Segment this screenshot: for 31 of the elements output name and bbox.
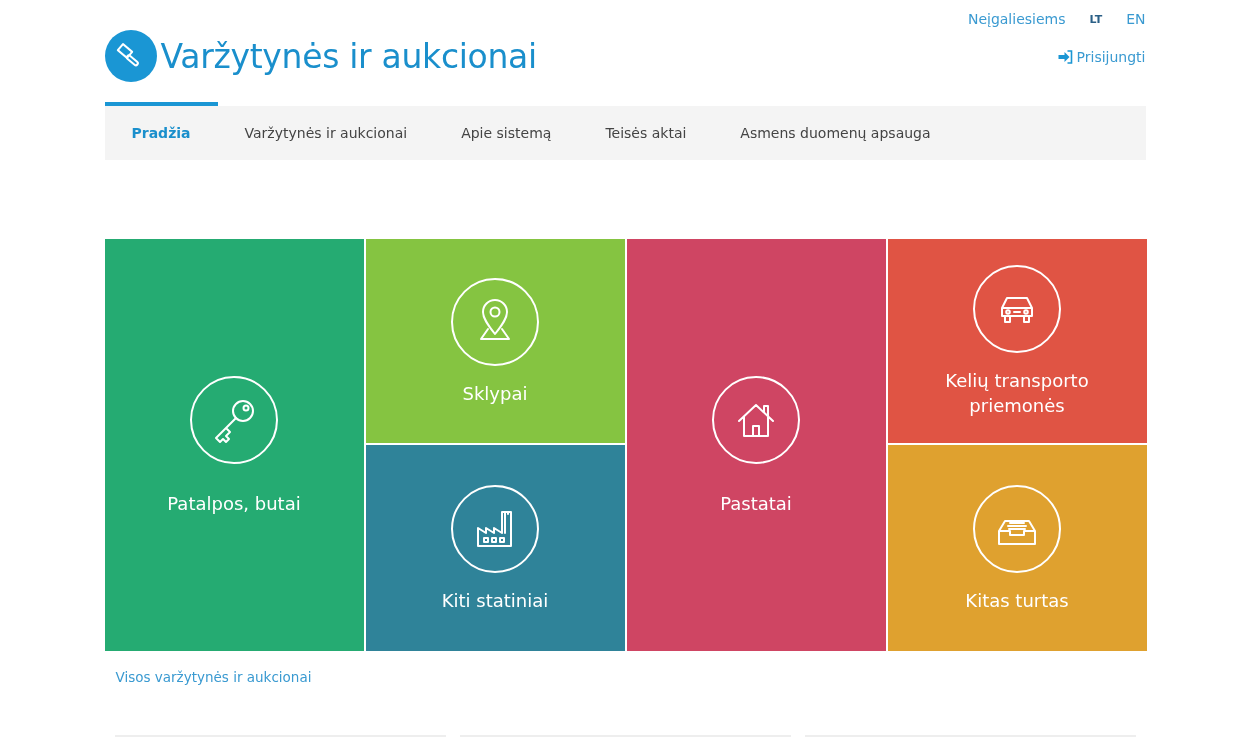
factory-icon — [450, 483, 540, 574]
nav-tab[interactable]: Asmens duomenų apsauga — [713, 102, 958, 160]
tile-label: Patalpos, butai — [166, 491, 302, 516]
car-icon — [972, 264, 1062, 354]
site-title: Varžytynės ir aukcionai — [160, 36, 537, 76]
login-link[interactable]: Prisijungti — [1056, 49, 1146, 65]
language-link[interactable]: EN — [1126, 11, 1146, 27]
gavel-logo-icon — [104, 30, 157, 82]
all-auctions-link[interactable]: Visos varžytynės ir aukcionai — [115, 669, 1146, 685]
language-link[interactable]: LT — [1089, 12, 1103, 26]
tile-label: Sklypai — [461, 381, 529, 406]
accessibility-link[interactable]: Neįgaliesiems — [967, 11, 1066, 27]
tile-label: Kitas turtas — [964, 588, 1070, 613]
category-tile[interactable]: Pastatai — [626, 239, 886, 651]
category-tile[interactable]: Sklypai — [365, 239, 625, 443]
nav-tab[interactable]: Pradžia — [104, 102, 218, 160]
key-icon — [189, 374, 279, 465]
category-tile[interactable]: Kitas turtas — [887, 445, 1147, 651]
category-tile[interactable]: Patalpos, butai — [104, 239, 364, 651]
tile-label: Pastatai — [719, 491, 793, 516]
map-pin-icon — [450, 276, 540, 367]
category-tile[interactable]: Kiti statiniai — [365, 445, 625, 651]
inbox-tray-icon — [972, 483, 1062, 574]
tile-label: Kelių transporto priemonės — [944, 369, 1090, 418]
nav-tab[interactable]: Varžytynės ir aukcionai — [217, 102, 435, 160]
house-icon — [711, 374, 801, 465]
category-tile[interactable]: Kelių transporto priemonės — [887, 239, 1147, 443]
sign-in-icon — [1056, 50, 1074, 64]
nav-tab[interactable]: Apie sistemą — [434, 102, 579, 160]
nav-tab[interactable]: Teisės aktai — [578, 102, 714, 160]
tile-label: Kiti statiniai — [440, 588, 550, 613]
